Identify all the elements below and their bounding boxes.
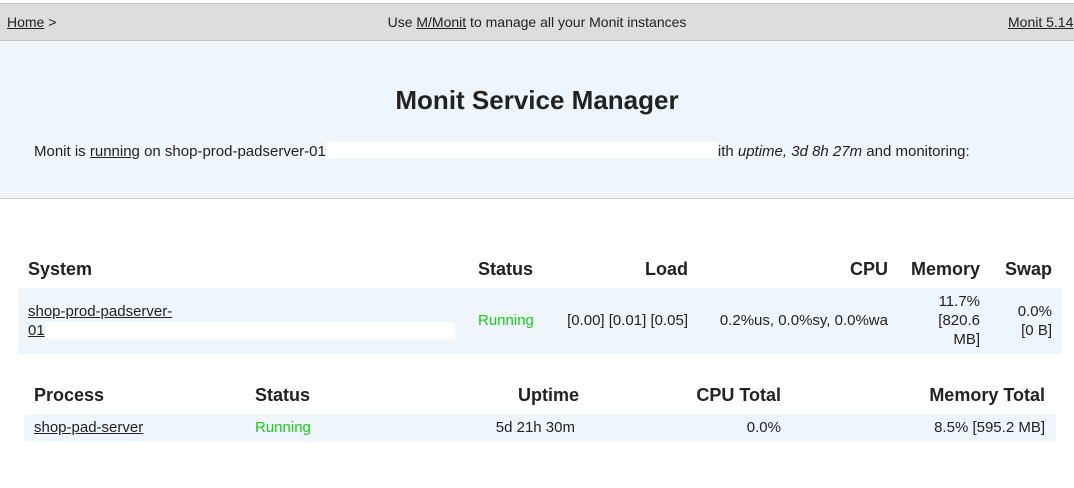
memory-unit: MB] (953, 331, 980, 348)
system-name-line2: 01 (28, 322, 45, 339)
promo-suffix: to manage all your Monit instances (466, 14, 687, 30)
process-name-link[interactable]: shop-pad-server (34, 419, 143, 436)
status-uptime-prefix: ith (717, 143, 738, 160)
system-table-header: System Status Load CPU Memory Swap (18, 248, 1062, 288)
system-memory: 11.7% [820.6 MB] (908, 292, 980, 349)
version-link[interactable]: Monit 5.14 (1008, 14, 1073, 30)
process-table-header: Process Status Uptime CPU Total Memory T… (24, 376, 1056, 414)
status-uptime: uptime, 3d 8h 27m (737, 143, 863, 160)
running-link[interactable]: running (90, 143, 140, 160)
mmonit-promo: Use M/Monit to manage all your Monit ins… (0, 14, 1074, 30)
table-row: shop-pad-server Running 5d 21h 30m 0.0% … (24, 415, 1056, 441)
system-status: Running (478, 312, 534, 329)
process-status: Running (255, 419, 311, 436)
status-suffix: and monitoring: (862, 143, 970, 160)
system-row: shop-prod-padserver- 01 Running [0.00] [0… (18, 288, 1062, 354)
col-cpu: CPU (849, 259, 888, 279)
col-status: Status (478, 259, 534, 279)
breadcrumb-separator: > (44, 14, 57, 30)
top-nav-bar: Home > Use M/Monit to manage all your Mo… (0, 3, 1074, 41)
col-swap: Swap (1004, 259, 1052, 279)
page-header: Monit Service Manager Monit is running o… (0, 41, 1074, 199)
process-uptime: 5d 21h 30m (495, 419, 575, 436)
system-cpu: 0.2%us, 0.0%sy, 0.0%wa (719, 312, 888, 329)
process-name-cell: shop-pad-server (34, 419, 143, 436)
col-system: System (28, 259, 93, 279)
process-memory-total: 8.5% [595.2 MB] (934, 419, 1045, 436)
system-name-cell: shop-prod-padserver- 01 (28, 302, 455, 340)
system-swap: 0.0% [0 B] (992, 302, 1052, 340)
mmonit-link[interactable]: M/Monit (416, 14, 466, 30)
redacted-region (44, 322, 455, 339)
redacted-region (325, 142, 718, 159)
memory-percent: 11.7% (938, 293, 980, 310)
system-load: [0.00] [0.01] [0.05] (567, 312, 688, 329)
col-process: Process (34, 385, 105, 405)
swap-percent: 0.0% (1017, 303, 1052, 320)
status-host: on shop-prod-padserver-01 (139, 143, 326, 160)
process-cpu-total: 0.0% (746, 419, 781, 436)
col-load: Load (645, 259, 688, 279)
promo-prefix: Use (387, 14, 417, 30)
breadcrumb: Home > (7, 14, 56, 30)
system-name-line1: shop-prod-padserver- (28, 303, 173, 320)
status-prefix: Monit is (34, 143, 90, 160)
monit-status-line: Monit is running on shop-prod-padserver-… (34, 142, 970, 160)
col-uptime: Uptime (517, 385, 579, 405)
col-process-status: Status (255, 385, 311, 405)
memory-amount: [820.6 (938, 312, 980, 329)
page-title: Monit Service Manager (395, 85, 679, 115)
home-link[interactable]: Home (7, 14, 44, 30)
col-memory-total: Memory Total (929, 385, 1045, 405)
version-info: Monit 5.14 (1008, 14, 1073, 30)
swap-amount: [0 B] (1021, 322, 1052, 339)
col-cpu-total: CPU Total (696, 385, 781, 405)
col-memory: Memory (910, 259, 980, 279)
